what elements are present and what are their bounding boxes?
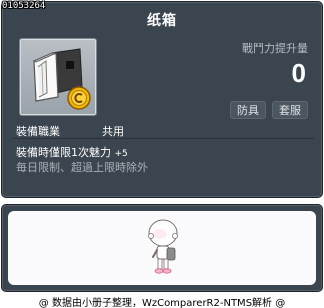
item-tooltip-panel: 纸箱 戰鬥力提升量 0 防具 套服 裝備職業 共用 裝備時僅限1次魅力 +5 毎… xyxy=(1,1,323,198)
category-tag: 防具 xyxy=(230,101,266,119)
charm-bonus: +5 xyxy=(114,149,128,159)
equip-effect-text: 裝備時僅限1次魅力 xyxy=(16,146,111,159)
item-icon-frame xyxy=(19,38,97,116)
equip-effect-line: 裝備時僅限1次魅力 +5 xyxy=(16,144,128,160)
job-value: 共用 xyxy=(102,125,124,138)
job-label: 裝備職業 xyxy=(16,125,60,138)
character-avatar-icon xyxy=(148,219,178,274)
character-preview-panel xyxy=(1,204,323,292)
combat-power-value: 0 xyxy=(291,58,306,88)
section-divider xyxy=(12,138,314,139)
combat-power-label: 戰鬥力提升量 xyxy=(242,42,308,55)
type-tag: 套服 xyxy=(272,101,308,119)
item-id: 01053264 xyxy=(2,1,46,11)
preview-area xyxy=(8,211,316,285)
daily-limit-text: 毎日限制、超過上限時除外 xyxy=(16,161,148,174)
gold-coin-icon xyxy=(67,86,91,110)
box-hole xyxy=(66,61,74,69)
footer-credit: @ 数据由小册子整理，WzComparerR2-NTMS解析 @ xyxy=(38,298,286,308)
item-name: 纸箱 xyxy=(147,13,177,29)
